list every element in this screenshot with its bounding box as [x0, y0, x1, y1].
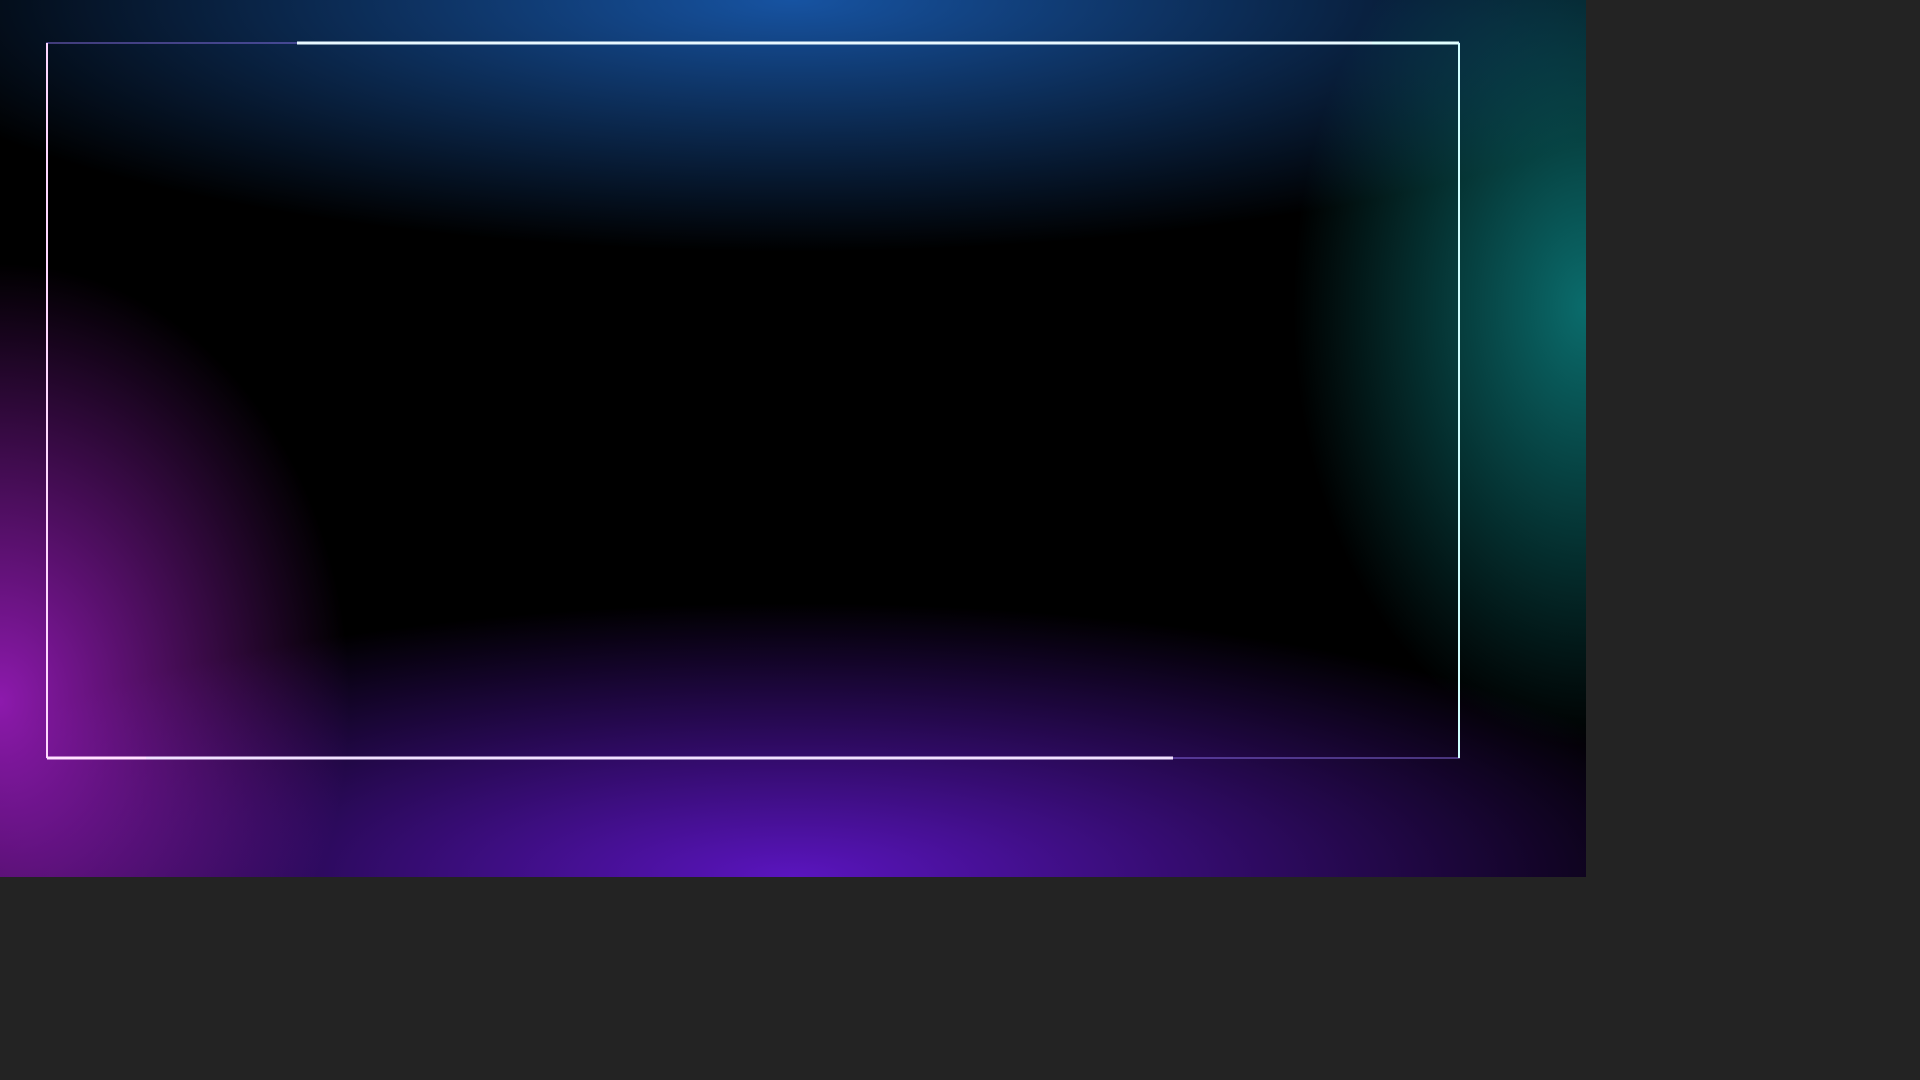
neon-frame-svg: [0, 0, 1586, 877]
neon-frame-image: [0, 0, 1586, 877]
canvas-area: [0, 0, 1920, 1080]
